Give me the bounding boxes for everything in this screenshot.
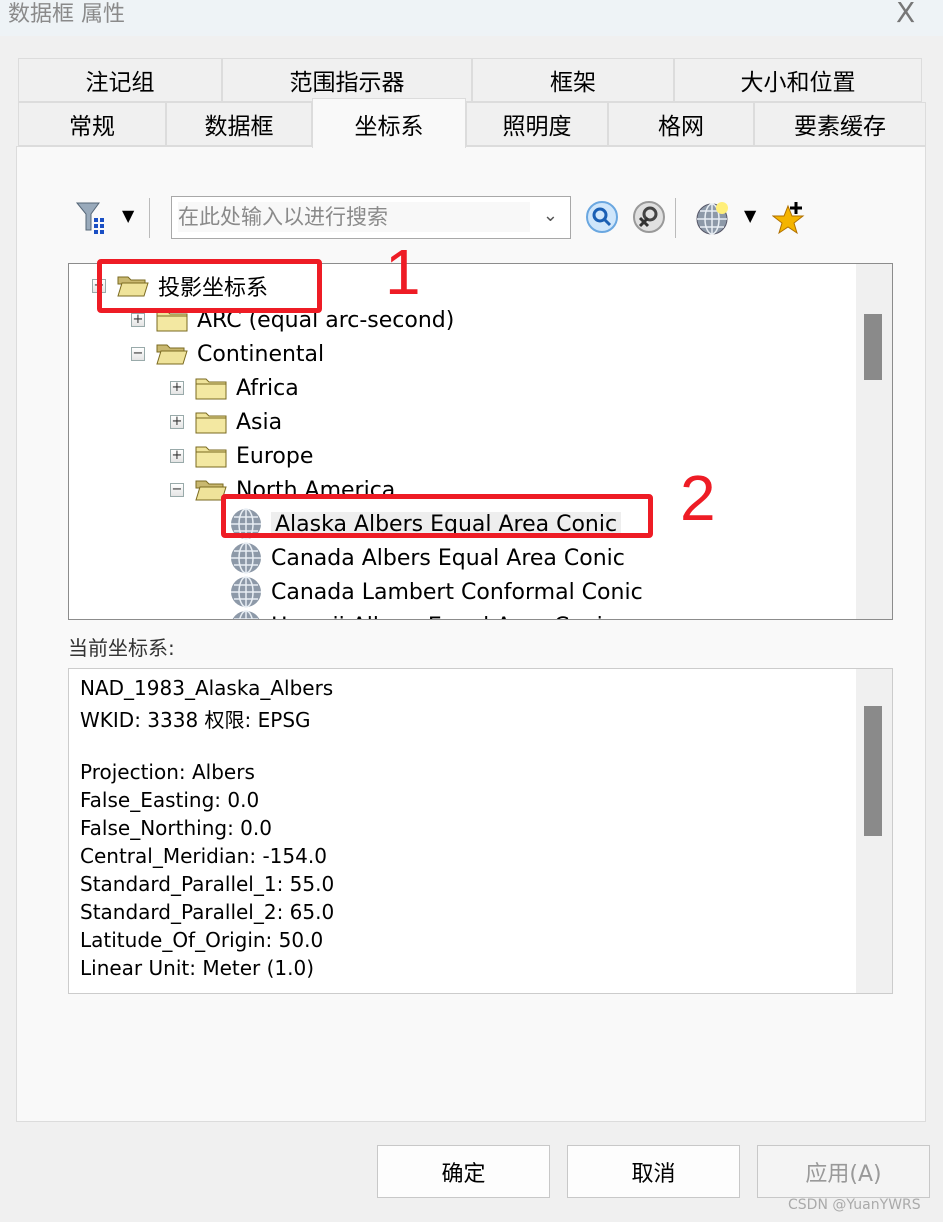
crs-detail-line: False_Northing: 0.0 bbox=[80, 816, 272, 840]
crs-detail-line: NAD_1983_Alaska_Albers bbox=[80, 676, 334, 700]
current-crs-details: NAD_1983_Alaska_Albers WKID: 3338 权限: EPS… bbox=[68, 668, 893, 994]
title-bar bbox=[0, 0, 943, 36]
globe-dropdown-icon[interactable]: ▼ bbox=[744, 206, 756, 225]
tree-scrollbar-thumb[interactable] bbox=[864, 314, 882, 380]
cancel-button[interactable]: 取消 bbox=[567, 1145, 740, 1198]
globe-icon bbox=[232, 610, 260, 619]
globe-icon bbox=[231, 576, 261, 608]
tree-item-label: Asia bbox=[236, 409, 283, 435]
search-icon[interactable] bbox=[585, 200, 619, 234]
annotation-box-1 bbox=[97, 259, 322, 313]
tab-2[interactable]: 框架 bbox=[472, 58, 674, 102]
toolbar-divider bbox=[149, 198, 150, 238]
tab-0[interactable]: 注记组 bbox=[18, 58, 222, 102]
crs-detail-line: Standard_Parallel_2: 65.0 bbox=[80, 900, 335, 924]
collapse-icon[interactable]: − bbox=[131, 347, 145, 361]
expand-icon[interactable]: + bbox=[170, 449, 184, 463]
coordinate-system-tree[interactable]: 投影坐标系 − ARC (equal arc-second) + Continental… bbox=[68, 263, 893, 620]
collapse-icon[interactable]: − bbox=[170, 483, 184, 497]
tree-item-label: Canada Albers Equal Area Conic bbox=[271, 545, 625, 571]
tab-6[interactable]: 坐标系 bbox=[312, 98, 466, 148]
expand-icon[interactable]: + bbox=[170, 415, 184, 429]
ok-button[interactable]: 确定 bbox=[377, 1145, 550, 1198]
folder-icon bbox=[195, 378, 227, 400]
tab-5[interactable]: 数据框 bbox=[166, 102, 312, 146]
globe-icon bbox=[231, 542, 261, 574]
crs-detail-line: WKID: 3338 权限: EPSG bbox=[80, 708, 311, 732]
tree-item-label: Europe bbox=[236, 443, 314, 469]
tab-1[interactable]: 范围指示器 bbox=[222, 58, 472, 102]
tab-8[interactable]: 格网 bbox=[608, 102, 754, 146]
crs-detail-line: Linear Unit: Meter (1.0) bbox=[80, 956, 315, 980]
search-input[interactable] bbox=[178, 202, 530, 232]
tree-item-label: Continental bbox=[197, 341, 325, 367]
tree-item-label: Hawaii Albers Equal Area Conic bbox=[271, 614, 615, 620]
folder-icon bbox=[195, 446, 227, 468]
details-scrollbar[interactable] bbox=[856, 669, 892, 993]
annotation-number-2: 2 bbox=[680, 462, 716, 534]
tree-item-label: Canada Lambert Conformal Conic bbox=[271, 579, 643, 605]
clear-search-icon[interactable] bbox=[632, 200, 666, 234]
crs-detail-line: Standard_Parallel_1: 55.0 bbox=[80, 872, 335, 896]
tab-9[interactable]: 要素缓存 bbox=[754, 102, 926, 146]
expand-icon[interactable]: + bbox=[131, 313, 145, 327]
window-title: 数据框 属性 bbox=[8, 2, 125, 27]
current-crs-label: 当前坐标系: bbox=[68, 636, 175, 660]
tab-4[interactable]: 常规 bbox=[18, 102, 166, 146]
toolbar-divider bbox=[675, 198, 676, 238]
tree-item[interactable]: Asia bbox=[195, 405, 282, 439]
details-scrollbar-thumb[interactable] bbox=[864, 706, 882, 836]
expand-icon[interactable]: + bbox=[170, 381, 184, 395]
tree-item[interactable]: Hawaii Albers Equal Area Conic bbox=[230, 609, 615, 620]
filter-dropdown-icon[interactable]: ▼ bbox=[122, 206, 134, 225]
tree-item[interactable]: Canada Lambert Conformal Conic bbox=[230, 575, 643, 609]
folder-open-icon bbox=[156, 344, 188, 365]
tab-3[interactable]: 大小和位置 bbox=[674, 58, 922, 102]
tab-7[interactable]: 照明度 bbox=[466, 102, 608, 146]
filter-icon[interactable] bbox=[74, 200, 110, 236]
watermark: CSDN @YuanYWRS bbox=[788, 1197, 921, 1213]
tree-item[interactable]: Continental bbox=[156, 337, 324, 371]
crs-detail-line: False_Easting: 0.0 bbox=[80, 788, 260, 812]
crs-detail-line: Latitude_Of_Origin: 50.0 bbox=[80, 928, 324, 952]
apply-button[interactable]: 应用(A) bbox=[757, 1145, 930, 1198]
tree-scrollbar[interactable] bbox=[856, 264, 892, 619]
close-button[interactable]: X bbox=[896, 0, 915, 28]
crs-detail-line: Projection: Albers bbox=[80, 760, 255, 784]
favorite-star-icon[interactable] bbox=[772, 200, 808, 236]
tree-item[interactable]: Africa bbox=[195, 371, 299, 405]
tree-item-label: Africa bbox=[236, 375, 299, 401]
globe-add-icon[interactable] bbox=[695, 200, 731, 236]
annotation-number-1: 1 bbox=[385, 236, 421, 308]
search-box[interactable]: ⌄ bbox=[171, 196, 571, 239]
folder-icon bbox=[195, 412, 227, 434]
tree-item[interactable]: Europe bbox=[195, 439, 313, 473]
crs-detail-line: Central_Meridian: -154.0 bbox=[80, 844, 327, 868]
chevron-down-icon[interactable]: ⌄ bbox=[543, 205, 558, 226]
tree-item[interactable]: Canada Albers Equal Area Conic bbox=[230, 541, 625, 575]
annotation-box-2 bbox=[221, 494, 653, 538]
